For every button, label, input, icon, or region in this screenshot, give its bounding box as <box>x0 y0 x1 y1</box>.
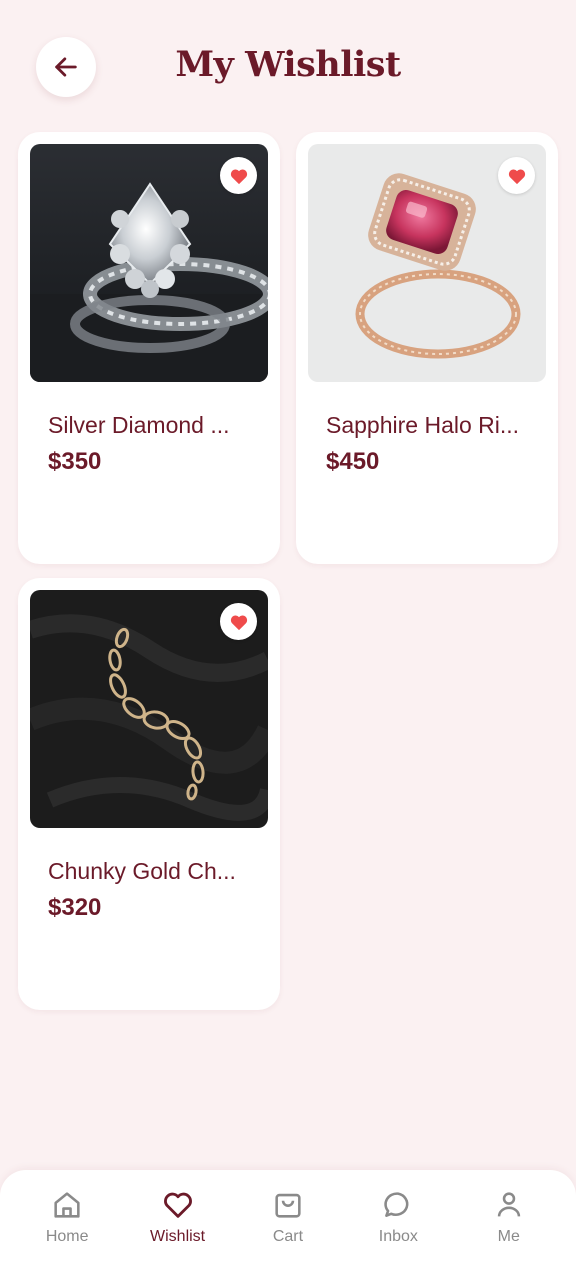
product-card-silver-diamond[interactable]: Silver Diamond ... $350 <box>18 132 280 564</box>
heart-icon <box>163 1192 192 1218</box>
product-name[interactable]: Sapphire Halo Ri... <box>326 412 536 439</box>
bottom-navigation: Home Wishlist Cart Inbox Me <box>0 1170 576 1280</box>
product-image[interactable] <box>30 144 268 382</box>
product-card-chunky-gold-chain[interactable]: Chunky Gold Ch... $320 <box>18 578 280 1010</box>
product-price: $350 <box>48 448 102 475</box>
product-name[interactable]: Chunky Gold Ch... <box>48 858 258 885</box>
product-price: $320 <box>48 894 102 921</box>
nav-item-home[interactable]: Home <box>17 1170 117 1266</box>
nav-item-me[interactable]: Me <box>459 1170 559 1266</box>
nav-item-inbox[interactable]: Inbox <box>348 1170 448 1266</box>
nav-label: Me <box>497 1228 520 1245</box>
home-icon <box>54 1192 80 1218</box>
shopping-bag-icon <box>275 1193 301 1218</box>
heart-filled-icon <box>230 169 247 184</box>
product-card-sapphire-halo[interactable]: Sapphire Halo Ri... $450 <box>296 132 558 564</box>
product-name[interactable]: Silver Diamond ... <box>48 412 258 439</box>
header: My Wishlist <box>0 0 576 130</box>
product-price: $450 <box>326 448 380 475</box>
page-title: My Wishlist <box>175 44 401 85</box>
nav-label: Cart <box>272 1228 304 1245</box>
nav-label: Wishlist <box>150 1228 206 1245</box>
remove-from-wishlist-button[interactable] <box>220 603 257 640</box>
product-image[interactable] <box>30 590 268 828</box>
person-icon <box>497 1192 520 1217</box>
nav-item-wishlist[interactable]: Wishlist <box>128 1170 228 1266</box>
remove-from-wishlist-button[interactable] <box>220 157 257 194</box>
heart-filled-icon <box>508 169 525 184</box>
heart-filled-icon <box>230 615 247 630</box>
nav-label: Inbox <box>378 1228 418 1245</box>
nav-item-cart[interactable]: Cart <box>238 1170 338 1266</box>
nav-label: Home <box>45 1228 89 1245</box>
chat-bubble-icon <box>384 1192 409 1217</box>
product-image[interactable] <box>308 144 546 382</box>
remove-from-wishlist-button[interactable] <box>498 157 535 194</box>
